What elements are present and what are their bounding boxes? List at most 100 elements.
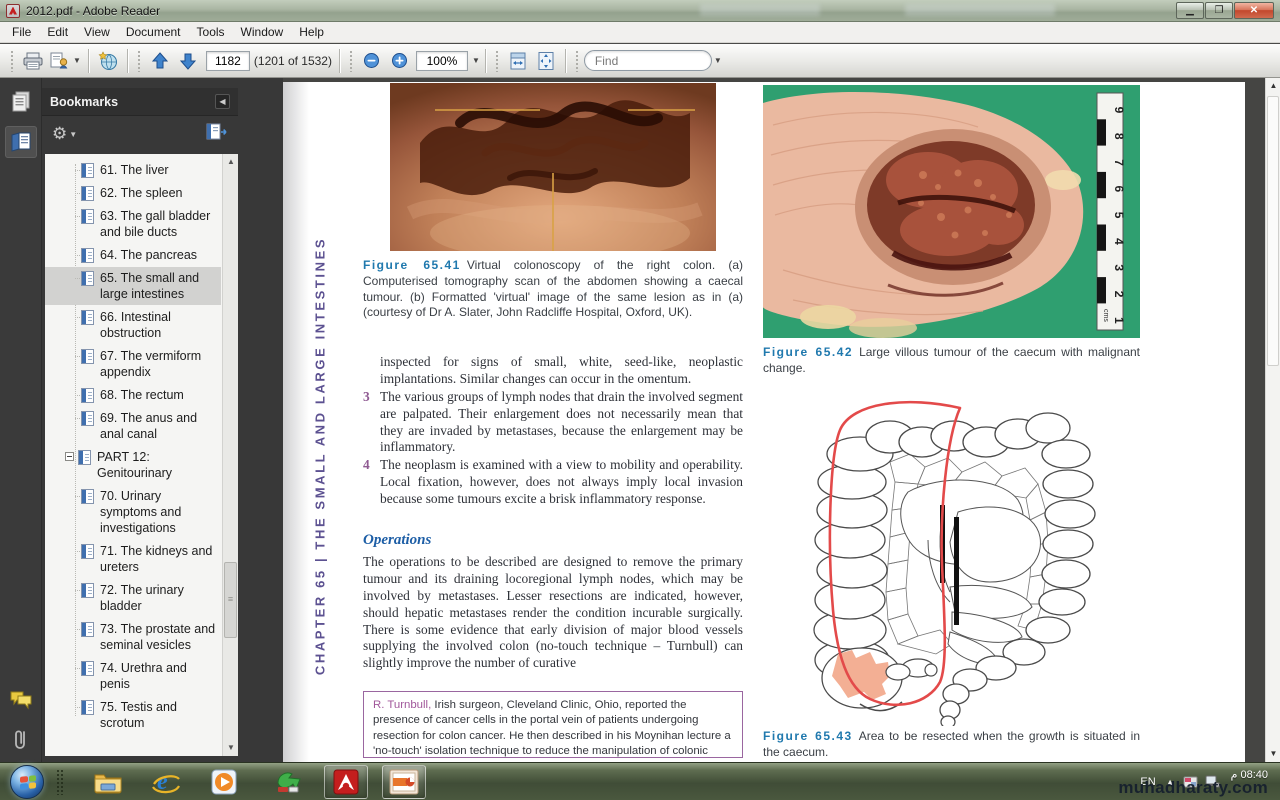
bookmark-page-icon (81, 583, 94, 598)
pages-panel-button[interactable] (5, 86, 37, 118)
background-window-ghost (905, 4, 1055, 16)
taskbar-adobe-reader-active[interactable] (324, 765, 368, 799)
bookmark-item[interactable]: 66. Intestinal obstruction (45, 306, 221, 344)
bookmarks-panel: Bookmarks ◀ ⚙ ▼ 61. The liver 62. The sp… (42, 78, 283, 762)
bookmark-item[interactable]: 69. The anus and anal canal (45, 407, 221, 445)
svg-text:6: 6 (1112, 186, 1126, 193)
bookmark-item-part[interactable]: PART 12: Genitourinary (45, 446, 221, 484)
collaboration-button[interactable] (94, 48, 122, 74)
bookmark-page-icon (81, 349, 94, 364)
scroll-down-arrow[interactable]: ▼ (1266, 747, 1280, 761)
svg-text:8: 8 (1112, 133, 1126, 140)
idm-icon (274, 769, 302, 795)
page-edge-shadow (283, 82, 309, 763)
figure-65-42-caption: Figure 65.42Large villous tumour of the … (763, 345, 1140, 377)
options-gear-icon[interactable]: ⚙ (52, 124, 67, 144)
figure-65-41-caption: Figure 65.41Virtual colonoscopy of the r… (363, 258, 743, 321)
share-dropdown-caret[interactable]: ▼ (73, 56, 81, 65)
options-caret[interactable]: ▼ (69, 130, 77, 139)
bookmark-item[interactable]: 70. Urinary symptoms and investigations (45, 485, 221, 539)
share-document-icon (49, 52, 71, 70)
share-button[interactable]: ▼ (47, 48, 83, 74)
svg-text:1: 1 (1112, 317, 1126, 324)
explorer-folder-icon (93, 770, 123, 794)
comments-panel-button[interactable] (5, 684, 37, 716)
fit-width-button[interactable] (504, 48, 532, 74)
taskbar-internet-explorer[interactable]: e (144, 765, 188, 799)
bookmark-item[interactable]: 74. Urethra and penis (45, 657, 221, 695)
zoom-in-icon (391, 52, 408, 69)
menu-help[interactable]: Help (291, 23, 332, 41)
bookmark-item[interactable]: 72. The urinary bladder (45, 579, 221, 617)
bookmark-item[interactable]: 73. The prostate and seminal vesicles (45, 618, 221, 656)
page-number-input[interactable] (206, 51, 250, 71)
bookmark-item[interactable]: 61. The liver (45, 159, 221, 181)
taskbar-windows-explorer[interactable] (86, 765, 130, 799)
print-button[interactable] (19, 48, 47, 74)
bookmarks-scrollbar-thumb[interactable] (224, 562, 237, 638)
bookmark-item[interactable]: 63. The gall bladder and bile ducts (45, 205, 221, 243)
bookmark-item[interactable]: 62. The spleen (45, 182, 221, 204)
document-scrollbar-thumb[interactable] (1267, 96, 1279, 366)
taskbar-separator (56, 769, 64, 795)
attachments-panel-button[interactable] (5, 724, 37, 756)
document-scrollbar[interactable]: ▲ ▼ (1265, 78, 1280, 762)
bookmark-item[interactable]: 67. The vermiform appendix (45, 345, 221, 383)
collapse-panel-button[interactable]: ◀ (215, 94, 230, 109)
footnote-lead: R. Turnbull, (373, 699, 431, 711)
menu-edit[interactable]: Edit (39, 23, 76, 41)
restore-button[interactable]: ❐ (1205, 2, 1233, 19)
bookmark-item[interactable]: 68. The rectum (45, 384, 221, 406)
bookmarks-list: 61. The liver 62. The spleen 63. The gal… (45, 154, 238, 756)
arrow-down-icon (179, 52, 197, 70)
next-page-button[interactable] (174, 48, 202, 74)
menu-tools[interactable]: Tools (189, 23, 233, 41)
scroll-up-arrow[interactable]: ▲ (223, 155, 238, 169)
taskbar-download-manager[interactable] (266, 765, 310, 799)
menu-view[interactable]: View (76, 23, 118, 41)
menu-document[interactable]: Document (118, 23, 189, 41)
bookmarks-icon (10, 132, 32, 152)
zoom-out-button[interactable] (358, 48, 386, 74)
list-number: 3 (363, 389, 380, 457)
bookmarks-panel-header: Bookmarks ◀ (42, 88, 238, 116)
bookmark-item[interactable]: 75. Testis and scrotum (45, 696, 221, 734)
bookmark-item[interactable]: 71. The kidneys and ureters (45, 540, 221, 578)
media-player-icon (210, 768, 238, 796)
pdf-page: CHAPTER 65 | THE SMALL AND LARGE INTESTI… (283, 82, 1245, 763)
collapse-minus-icon[interactable] (65, 452, 74, 461)
start-button[interactable] (10, 765, 44, 799)
find-dropdown-caret[interactable]: ▼ (714, 56, 722, 65)
zoom-in-button[interactable] (386, 48, 414, 74)
toolbar-grip (349, 50, 354, 72)
scroll-up-arrow[interactable]: ▲ (1266, 79, 1280, 93)
scroll-down-arrow[interactable]: ▼ (223, 741, 238, 755)
toolbar-grip (137, 50, 142, 72)
taskbar-media-player[interactable] (202, 765, 246, 799)
minimize-button[interactable]: ▁ (1176, 2, 1204, 19)
paperclip-icon (13, 728, 29, 752)
bookmarks-scrollbar[interactable]: ▲ ▼ (222, 154, 238, 756)
zoom-level-select[interactable]: 100% (416, 51, 468, 71)
locate-bookmark-button[interactable] (206, 123, 228, 146)
menu-file[interactable]: File (4, 23, 39, 41)
zoom-dropdown-caret[interactable]: ▼ (472, 56, 480, 65)
toolbar-grip (495, 50, 500, 72)
zoom-level-value: 100% (427, 54, 458, 68)
figure-65-43-label: Figure 65.43 (763, 729, 853, 743)
toolbar-grip (10, 50, 15, 72)
bookmarks-options-bar: ⚙ ▼ (42, 116, 238, 152)
close-button[interactable]: ✕ (1234, 2, 1274, 19)
fit-page-button[interactable] (532, 48, 560, 74)
bookmark-item-selected[interactable]: 65. The small and large intestines (45, 267, 221, 305)
bookmark-page-icon (81, 411, 94, 426)
bookmark-item[interactable]: 64. The pancreas (45, 244, 221, 266)
find-input[interactable] (584, 50, 712, 71)
bookmark-page-icon (81, 271, 94, 286)
menu-window[interactable]: Window (233, 23, 292, 41)
previous-page-button[interactable] (146, 48, 174, 74)
taskbar-powerpoint-active[interactable] (382, 765, 426, 799)
figure-65-43-caption: Figure 65.43Area to be resected when the… (763, 729, 1140, 761)
svg-text:7: 7 (1112, 159, 1126, 166)
bookmarks-panel-button[interactable] (5, 126, 37, 158)
